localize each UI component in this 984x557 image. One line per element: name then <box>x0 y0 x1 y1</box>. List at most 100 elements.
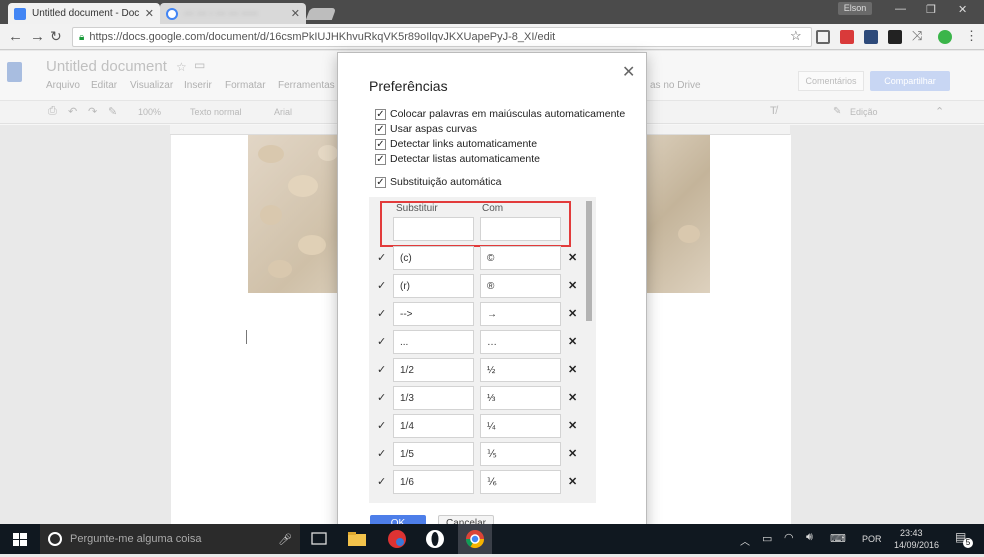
volume-icon[interactable]: 🔊︎ <box>806 531 813 544</box>
delete-row-icon[interactable]: ✕ <box>568 391 577 404</box>
with-input[interactable]: © <box>480 246 561 270</box>
windows-start-button[interactable] <box>0 524 40 554</box>
checkbox[interactable]: ✓ <box>375 123 386 135</box>
forward-icon[interactable]: → <box>30 28 45 45</box>
replace-input[interactable]: (r) <box>393 274 474 298</box>
reload-icon[interactable]: ↻ <box>50 28 62 45</box>
clear-format-icon[interactable]: T̸ <box>770 105 777 117</box>
option-detect-lists[interactable]: ✓ Detectar listas automaticamente <box>375 153 540 165</box>
delete-row-icon[interactable]: ✕ <box>568 419 577 432</box>
with-input[interactable]: ® <box>480 274 561 298</box>
option-detect-links[interactable]: ✓ Detectar links automaticamente <box>375 138 537 150</box>
cortana-search-box[interactable]: Pergunte-me alguma coisa 🎤︎ <box>40 524 300 554</box>
microphone-icon[interactable]: 🎤︎ <box>278 533 292 546</box>
undo-icon[interactable]: ↶ <box>68 105 77 118</box>
with-input[interactable]: ⅓ <box>480 386 561 410</box>
folder-icon[interactable]: ▭ <box>194 58 205 72</box>
clock-date[interactable]: 14/09/2016 <box>894 540 939 550</box>
with-input[interactable]: ⅕ <box>480 442 561 466</box>
delete-row-icon[interactable]: ✕ <box>568 251 577 264</box>
with-input[interactable]: … <box>480 330 561 354</box>
delete-row-icon[interactable]: ✕ <box>568 279 577 292</box>
redo-icon[interactable]: ↷ <box>88 105 97 118</box>
close-tab-icon[interactable]: ✕ <box>291 7 300 20</box>
task-view-icon[interactable] <box>306 527 332 551</box>
replace-input[interactable]: 1/5 <box>393 442 474 466</box>
font-select[interactable]: Arial <box>274 107 292 117</box>
new-tab-button[interactable] <box>305 8 337 20</box>
back-icon[interactable]: ← <box>8 28 23 45</box>
tray-chevron-icon[interactable]: ︿ <box>740 533 750 548</box>
shuffle-icon[interactable]: ⤨ <box>912 28 926 43</box>
checkbox[interactable]: ✓ <box>375 153 386 165</box>
document-title[interactable]: Untitled document <box>46 58 167 75</box>
browser-tab-google[interactable]: ··· ··· · ··· ··· ····· ✕ <box>160 3 306 24</box>
style-select[interactable]: Texto normal <box>190 107 242 117</box>
extension-dark-icon[interactable] <box>888 30 902 44</box>
menu-dots-icon[interactable]: ⋮ <box>965 28 978 44</box>
collapse-icon[interactable]: ⌃ <box>935 105 944 118</box>
edit-mode-icon[interactable]: ✎ <box>833 106 841 117</box>
paint-format-icon[interactable]: ✎ <box>108 105 117 118</box>
row-checkbox[interactable]: ✓ <box>377 475 386 488</box>
delete-row-icon[interactable]: ✕ <box>568 363 577 376</box>
network-icon[interactable]: ▭ <box>762 532 772 545</box>
replace-input[interactable]: 1/2 <box>393 358 474 382</box>
delete-row-icon[interactable]: ✕ <box>568 447 577 460</box>
print-icon[interactable]: ⎙ <box>48 105 57 118</box>
delete-row-icon[interactable]: ✕ <box>568 475 577 488</box>
replace-input[interactable]: --> <box>393 302 474 326</box>
star-doc-icon[interactable]: ☆ <box>176 60 187 74</box>
extension-green-icon[interactable] <box>938 30 952 44</box>
replace-input[interactable]: ... <box>393 330 474 354</box>
extension-red-icon[interactable] <box>840 30 854 44</box>
with-input[interactable]: → <box>480 302 561 326</box>
menu-ferramentas[interactable]: Ferramentas <box>278 80 335 91</box>
with-input[interactable]: ⅙ <box>480 470 561 494</box>
profile-name[interactable]: Elson <box>838 2 872 15</box>
language-indicator[interactable]: POR <box>862 534 882 544</box>
option-auto-substitution[interactable]: ✓ Substituição automática <box>375 176 501 188</box>
menu-visualizar[interactable]: Visualizar <box>130 80 173 91</box>
clock-time[interactable]: 23:43 <box>900 528 923 538</box>
row-checkbox[interactable]: ✓ <box>377 335 386 348</box>
chrome-icon[interactable] <box>458 524 492 554</box>
app-icon[interactable] <box>384 527 410 551</box>
wifi-icon[interactable]: ◠ <box>784 531 794 544</box>
checkbox[interactable]: ✓ <box>375 176 386 188</box>
url-input[interactable]: 🔒︎ https://docs.google.com/document/d/16… <box>72 27 812 47</box>
menu-formatar[interactable]: Formatar <box>225 80 266 91</box>
docs-logo-icon[interactable] <box>7 62 22 82</box>
close-tab-icon[interactable]: ✕ <box>145 7 154 20</box>
checkbox[interactable]: ✓ <box>375 108 386 120</box>
menu-editar[interactable]: Editar <box>91 80 117 91</box>
checkbox[interactable]: ✓ <box>375 138 386 150</box>
row-checkbox[interactable]: ✓ <box>377 251 386 264</box>
row-checkbox[interactable]: ✓ <box>377 391 386 404</box>
row-checkbox[interactable]: ✓ <box>377 307 386 320</box>
maximize-icon[interactable]: ❐ <box>926 3 936 16</box>
cast-icon[interactable] <box>816 30 830 44</box>
share-button[interactable]: Compartilhar <box>870 71 950 91</box>
opera-icon[interactable] <box>422 527 448 551</box>
with-input[interactable]: ½ <box>480 358 561 382</box>
replace-input[interactable]: 1/6 <box>393 470 474 494</box>
browser-tab-docs[interactable]: Untitled document - Doc ✕ <box>8 3 160 24</box>
option-smart-quotes[interactable]: ✓ Usar aspas curvas <box>375 123 477 135</box>
with-input[interactable]: ¼ <box>480 414 561 438</box>
zoom-select[interactable]: 100% <box>138 107 161 117</box>
minimize-icon[interactable]: — <box>895 3 906 15</box>
extension-blue-icon[interactable] <box>864 30 878 44</box>
close-icon[interactable]: ✕ <box>622 62 635 82</box>
comments-button[interactable]: Comentários <box>798 71 864 91</box>
replace-input[interactable]: 1/4 <box>393 414 474 438</box>
option-capitalize[interactable]: ✓ Colocar palavras em maiúsculas automat… <box>375 108 625 120</box>
row-checkbox[interactable]: ✓ <box>377 447 386 460</box>
star-icon[interactable]: ☆ <box>790 28 802 44</box>
delete-row-icon[interactable]: ✕ <box>568 335 577 348</box>
row-checkbox[interactable]: ✓ <box>377 363 386 376</box>
replace-input[interactable]: 1/3 <box>393 386 474 410</box>
keyboard-icon[interactable]: ⌨︎ <box>830 532 846 545</box>
row-checkbox[interactable]: ✓ <box>377 279 386 292</box>
row-checkbox[interactable]: ✓ <box>377 419 386 432</box>
